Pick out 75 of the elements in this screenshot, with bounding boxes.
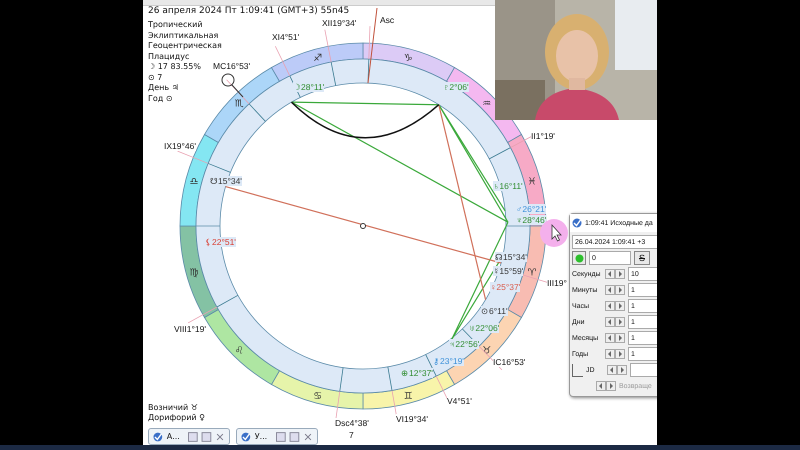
cusp-line — [177, 150, 231, 173]
fixed-star-label: Возничий ♉ — [148, 403, 198, 412]
chart-info-line: Год ⊙ — [148, 94, 173, 103]
planet-label: ♆28°46' — [516, 215, 546, 225]
cusp-line — [188, 294, 238, 324]
zodiac-glyph: ♓ — [528, 176, 537, 188]
window-buttons-icon[interactable] — [276, 432, 313, 442]
zodiac-glyph: ♋ — [313, 391, 322, 402]
house-cusp-label: IC16°53' — [493, 357, 526, 367]
house-cusp-label: XI4°51' — [272, 32, 300, 42]
planet-label: ♃22°56' — [449, 339, 480, 349]
zodiac-glyph: ♑ — [404, 52, 413, 64]
planet-label: ⚸22°51' — [205, 237, 236, 247]
zodiac-glyph: ♍ — [189, 267, 198, 278]
house-cusp-label: XII19°34' — [322, 18, 356, 28]
fixed-star-label: Дорифорий ♀ — [148, 412, 206, 422]
mc-marker-icon — [222, 74, 244, 98]
zodiac-glyph: ♈ — [528, 267, 537, 278]
spin-arrows-icon[interactable] — [605, 333, 625, 343]
chart-info-line: День ♃ — [148, 83, 179, 92]
zodiac-glyph: ♌ — [234, 346, 244, 357]
planet-label: ♀25°37' — [490, 282, 520, 292]
zodiac-glyph: ♏ — [234, 98, 244, 110]
app-icon — [241, 432, 251, 442]
strike-button[interactable]: S — [634, 251, 650, 265]
jd-toggle[interactable] — [572, 364, 583, 376]
house-cusp-label: Asc — [380, 15, 394, 25]
chart-info-line: ⊙ 7 — [148, 72, 162, 82]
center-point — [360, 223, 366, 229]
cusp-line — [324, 29, 336, 86]
planet-label: ☽28°11' — [293, 82, 324, 92]
planet-label: ⊕12°37' — [401, 368, 433, 378]
chart-info-line: Геоцентрическая — [148, 41, 222, 50]
cusp-line — [368, 26, 370, 84]
planet-label: ⊙6°11' — [481, 306, 508, 316]
planet-label: ♄16°11' — [493, 181, 523, 191]
planet-label: ♅22°06' — [469, 323, 500, 333]
chart-info-line: Тропический — [148, 20, 203, 30]
taskbar-window[interactable]: У... — [236, 428, 318, 445]
taskbar-window[interactable]: А... — [148, 428, 230, 445]
app-icon — [153, 432, 163, 442]
spin-arrows-icon[interactable] — [605, 269, 625, 279]
planet-label: ☿15°59' — [493, 266, 524, 276]
planet-label: ☋15°34' — [210, 176, 242, 186]
house-cusp-label: VIII1°19' — [174, 324, 206, 334]
zodiac-glyph: ♉ — [482, 346, 492, 357]
planet-label: ⚷23°19' — [433, 356, 464, 366]
house-cusp-label: IX19°46' — [164, 141, 196, 151]
chart-info-line: Плацидус — [148, 52, 190, 61]
zodiac-glyph: ♎ — [189, 176, 198, 188]
zodiac-glyph: ♐ — [313, 52, 322, 64]
start-button[interactable] — [572, 251, 586, 265]
house-cusp-label: III19° — [547, 278, 567, 288]
house-cusp-label: VI19°34' — [396, 414, 428, 424]
house-cusp-label: V4°51' — [447, 396, 472, 406]
footer-text: 7 — [349, 430, 354, 440]
house-cusp-label: II1°19' — [531, 131, 555, 141]
spin-arrows-icon[interactable] — [605, 301, 625, 311]
zodiac-glyph: ♒ — [482, 98, 492, 110]
chart-info-line: Эклиптикальная — [148, 30, 218, 40]
spin-arrows-icon[interactable] — [605, 349, 625, 359]
house-cusp-label: MC16°53' — [213, 61, 250, 71]
spin-arrows-icon[interactable] — [596, 381, 616, 391]
spin-arrows-icon[interactable] — [605, 285, 625, 295]
chart-header: 26 апреля 2024 Пт 1:09:41 (GMT+3) 55n45 — [148, 6, 350, 16]
window-buttons-icon[interactable] — [188, 432, 225, 442]
spin-arrows-icon[interactable] — [605, 317, 625, 327]
cusp-line — [226, 79, 266, 122]
spin-arrows-icon[interactable] — [607, 365, 627, 375]
house-cusp-label: Dsc4°38' — [335, 418, 369, 428]
chart-info-line: ☽ 17 83.55% — [148, 62, 201, 72]
planet-label: ♇2°06' — [443, 82, 469, 92]
planet-label: ♂26°21' — [516, 204, 546, 214]
zodiac-glyph: ♊ — [404, 391, 413, 402]
planet-label: ☊15°34' — [495, 252, 527, 262]
